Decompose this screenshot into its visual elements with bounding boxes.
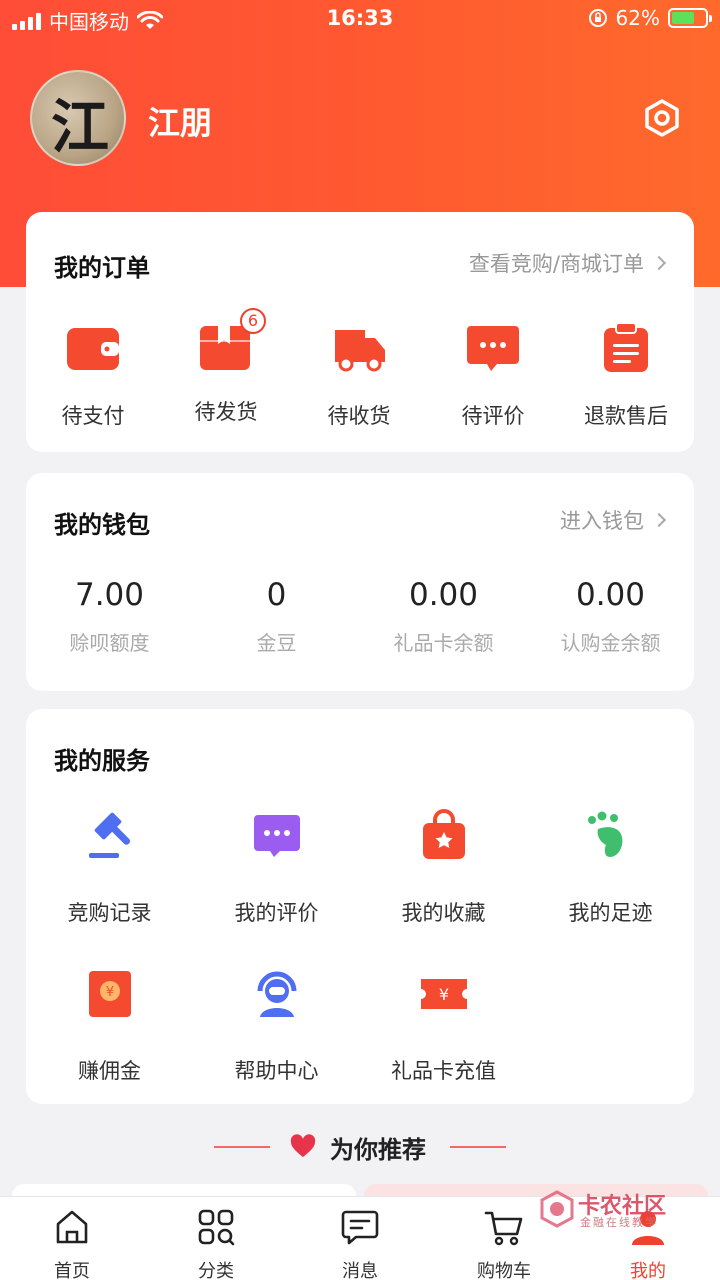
order-label: 待发货 (194, 400, 258, 424)
order-pending-shipment[interactable]: 6 待发货 (161, 308, 291, 426)
divider-left (214, 1146, 270, 1148)
order-label: 待评价 (461, 404, 525, 428)
tab-label: 购物车 (477, 1261, 531, 1280)
tab-home[interactable]: 首页 (0, 1207, 144, 1280)
order-pending-receipt[interactable]: 待收货 (294, 320, 424, 430)
wallet-card: 我的钱包 进入钱包 7.00 赊呗额度 0 金豆 0.00 礼品卡余额 0.00… (26, 473, 694, 691)
divider-right (450, 1146, 506, 1148)
cart-icon (484, 1211, 523, 1246)
order-count-badge: 6 (240, 308, 266, 334)
services-title: 我的服务 (54, 747, 150, 775)
message-icon (341, 1210, 379, 1245)
enter-wallet-link[interactable]: 进入钱包 (560, 505, 667, 535)
comment-icon (467, 326, 519, 371)
wallet-credit[interactable]: 7.00 赊呗额度 (26, 577, 193, 656)
chat-bubble-icon (253, 815, 300, 857)
wallet-label: 赊呗额度 (69, 631, 150, 655)
service-label: 我的足迹 (568, 901, 653, 925)
service-label: 我的收藏 (401, 901, 486, 925)
order-after-sales[interactable]: 退款售后 (561, 320, 691, 430)
gavel-icon (88, 812, 130, 858)
category-icon (198, 1209, 235, 1246)
order-label: 退款售后 (584, 404, 668, 428)
truck-icon (335, 330, 385, 372)
tab-category[interactable]: 分类 (144, 1207, 288, 1280)
enter-wallet-label: 进入钱包 (560, 509, 644, 533)
service-my-reviews[interactable]: 我的评价 (193, 809, 360, 927)
service-label: 我的评价 (234, 901, 319, 925)
status-bar: 中国移动 16:33 62% (0, 0, 720, 38)
username[interactable]: 江朋 (148, 98, 212, 144)
tab-label: 分类 (198, 1261, 234, 1280)
customer-service-icon (257, 971, 296, 1017)
service-label: 赚佣金 (78, 1059, 141, 1083)
service-label: 礼品卡充值 (391, 1059, 496, 1083)
red-envelope-icon: ¥ (88, 971, 131, 1017)
svg-text:¥: ¥ (105, 985, 113, 1000)
order-label: 待收货 (327, 404, 391, 428)
service-help-center[interactable]: 帮助中心 (193, 967, 360, 1085)
avatar-calligraphy: 江 (50, 93, 109, 161)
services-card: 我的服务 竞购记录 我的评价 我的收藏 我的足迹 ¥ 赚佣金 帮助中心 ¥ 礼品… (26, 709, 694, 1104)
view-orders-link[interactable]: 查看竞购/商城订单 (468, 248, 667, 278)
chevron-right-icon (651, 255, 667, 271)
order-label: 待支付 (61, 404, 125, 428)
orders-card: 我的订单 查看竞购/商城订单 待支付 6 待发货 待收货 待评价 退款售后 (26, 212, 694, 452)
wallet-gold-beans[interactable]: 0 金豆 (193, 577, 360, 656)
home-icon (56, 1210, 88, 1244)
order-pending-payment[interactable]: 待支付 (28, 320, 158, 430)
watermark-subtitle: 金融在线教学 (580, 1216, 658, 1229)
tab-label: 我的 (630, 1261, 666, 1280)
footprint-icon (587, 811, 622, 857)
tab-label: 消息 (342, 1261, 378, 1280)
wallet-value: 7.00 (74, 577, 145, 613)
wallet-label: 礼品卡余额 (393, 631, 494, 655)
wallet-subscription-balance[interactable]: 0.00 认购金余额 (527, 577, 694, 656)
service-label: 帮助中心 (234, 1059, 319, 1083)
chevron-right-icon (651, 512, 667, 528)
clipboard-icon (604, 322, 648, 372)
watermark: 卡农社区 金融在线教学 (538, 1188, 718, 1234)
battery-percent: 62% (615, 6, 660, 30)
battery-icon (668, 8, 712, 28)
view-orders-label: 查看竞购/商城订单 (468, 252, 644, 276)
wallet-value: 0 (266, 577, 287, 613)
orders-title: 我的订单 (54, 254, 150, 282)
rotation-lock-icon (588, 9, 607, 27)
avatar[interactable]: 江 (30, 70, 126, 166)
settings-icon[interactable] (642, 98, 682, 138)
watermark-logo (540, 1190, 574, 1228)
wallet-gift-card-balance[interactable]: 0.00 礼品卡余额 (360, 577, 527, 656)
tab-label: 首页 (54, 1261, 90, 1280)
recommend-title: 为你推荐 (330, 1136, 426, 1164)
wallet-value: 0.00 (408, 577, 479, 613)
service-my-favorites[interactable]: 我的收藏 (360, 809, 527, 927)
service-bid-records[interactable]: 竞购记录 (26, 809, 193, 927)
recommend-header: 为你推荐 (0, 1128, 720, 1168)
service-label: 竞购记录 (67, 901, 152, 925)
heart-icon (290, 1134, 316, 1157)
wallet-value: 0.00 (575, 577, 646, 613)
wallet-icon (67, 328, 119, 370)
favorite-bag-icon (422, 809, 465, 859)
service-gift-card-recharge[interactable]: ¥ 礼品卡充值 (360, 967, 527, 1085)
wallet-label: 认购金余额 (560, 631, 661, 655)
svg-text:¥: ¥ (438, 985, 448, 1004)
service-my-footprints[interactable]: 我的足迹 (527, 809, 694, 927)
wallet-label: 金豆 (256, 631, 297, 655)
order-pending-review[interactable]: 待评价 (428, 320, 558, 430)
wallet-title: 我的钱包 (54, 511, 150, 539)
service-earn-commission[interactable]: ¥ 赚佣金 (26, 967, 193, 1085)
tab-messages[interactable]: 消息 (288, 1207, 432, 1280)
gift-card-icon: ¥ (420, 979, 467, 1009)
